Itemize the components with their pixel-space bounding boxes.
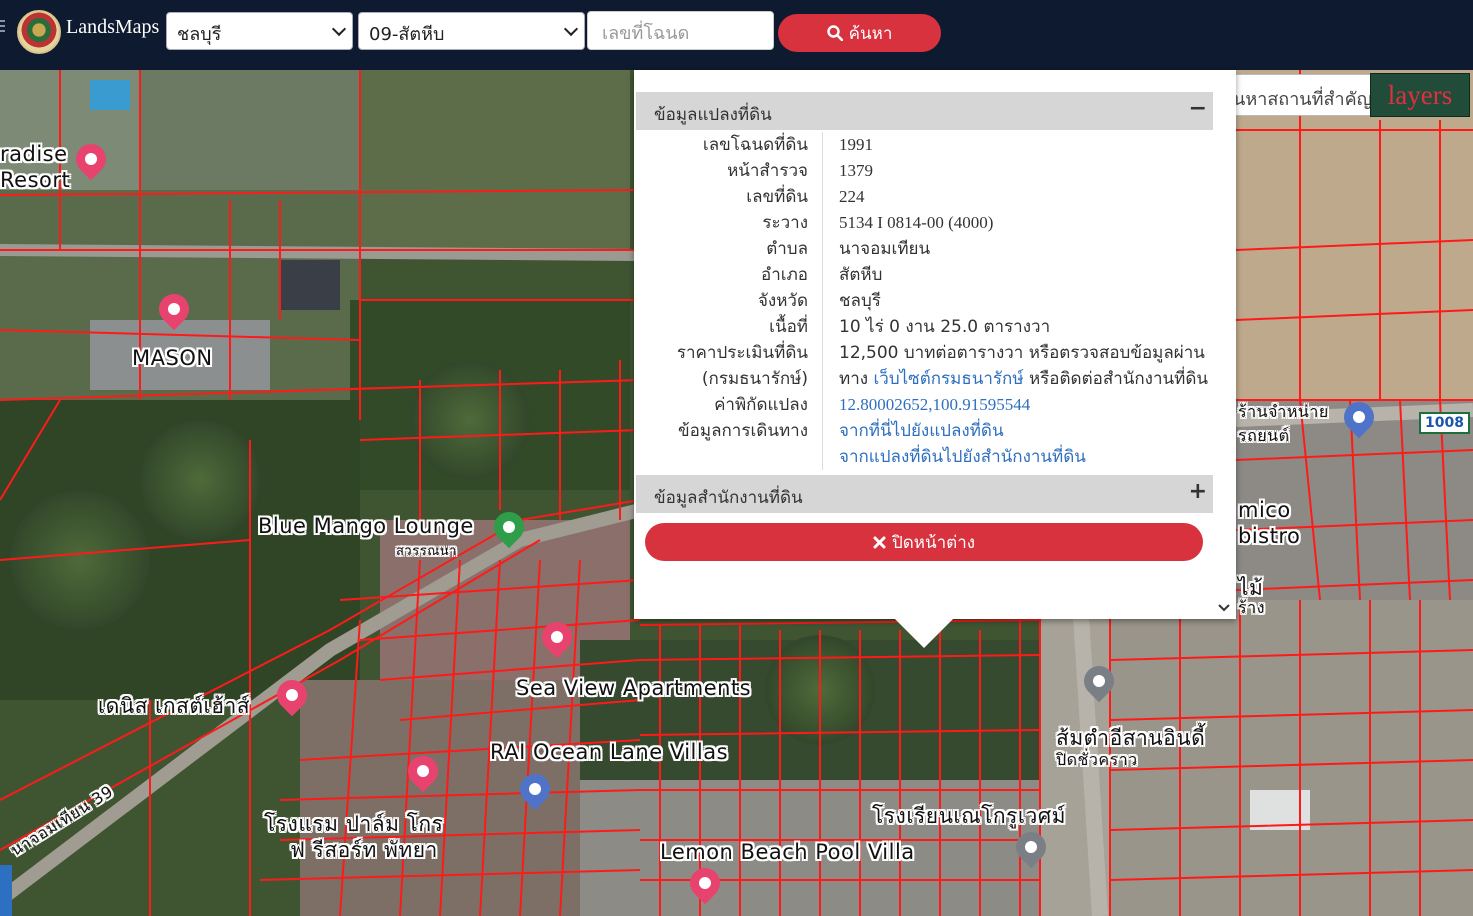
office-section-header[interactable]: ข้อมูลสำนักงานที่ดิน +	[636, 475, 1213, 513]
coords-label: ค่าพิกัดแปลง	[636, 392, 823, 418]
brand-name: LandsMaps	[66, 16, 160, 38]
empty-cell	[636, 444, 823, 470]
office-section-title: ข้อมูลสำนักงานที่ดิน	[654, 488, 803, 508]
parcel-section-title: ข้อมูลแปลงที่ดิน	[654, 105, 772, 125]
table-row: จังหวัด ชลบุรี	[636, 288, 1213, 314]
row-label: หน้าสำรวจ	[636, 158, 823, 184]
route-to-office-link[interactable]: จากแปลงที่ดินไปยังสำนักงานที่ดิน	[839, 447, 1086, 467]
table-row: ราคาประเมินที่ดิน 12,500 บาทต่อตารางวา ห…	[636, 340, 1213, 366]
close-window-label: ปิดหน้าต่าง	[891, 532, 976, 553]
search-button-label: ค้นหา	[848, 23, 893, 44]
map-label-blue-mango: Blue Mango Lounge	[258, 514, 474, 538]
map-label-som-tam-2: ปิดชั่วคราว	[1056, 750, 1138, 769]
parcel-details-table: เลขโฉนดที่ดิน 1991 หน้าสำรวจ 1379 เลขที่…	[636, 132, 1213, 470]
map-label-bistro: bistro	[1238, 524, 1301, 548]
table-row: จากแปลงที่ดินไปยังสำนักงานที่ดิน	[636, 444, 1213, 470]
district-select[interactable]: 09-สัตหีบ	[358, 12, 585, 50]
popup-pointer	[894, 618, 954, 648]
table-row: ระวาง 5134 I 0814-00 (4000)	[636, 210, 1213, 236]
search-icon	[826, 25, 843, 41]
place-search-placeholder: ค้นหาสถานที่สำคัญ	[1221, 89, 1372, 110]
travel-value-2: จากแปลงที่ดินไปยังสำนักงานที่ดิน	[823, 444, 1086, 470]
coords-link[interactable]: 12.80002652,100.91595544	[839, 395, 1030, 414]
map-label-rai-ocean: RAI Ocean Lane Villas	[490, 740, 729, 764]
price-text-post: หรือติดต่อสำนักงานที่ดิน	[1023, 369, 1208, 389]
table-row: ข้อมูลการเดินทาง จากที่นี่ไปยังแปลงที่ดิ…	[636, 418, 1213, 444]
table-row: หน้าสำรวจ 1379	[636, 158, 1213, 184]
map-label-paradise: radise	[0, 142, 68, 166]
top-bar: LandsMaps ชลบุรี 09-สัตหีบ เลขที่โฉนด ค้…	[0, 0, 1473, 70]
map-label-mason: MASON	[132, 346, 213, 370]
map-label-mico: mico	[1238, 498, 1291, 522]
row-value: 10 ไร่ 0 งาน 25.0 ตารางวา	[839, 317, 1051, 337]
map-label-car-shop-2: รถยนต์	[1238, 426, 1290, 445]
table-row: เลขโฉนดที่ดิน 1991	[636, 132, 1213, 158]
price-value-cont: ทาง เว็บไซต์กรมธนารักษ์ หรือติดต่อสำนักง…	[823, 366, 1208, 392]
road-shield-1008: 1008	[1419, 412, 1470, 434]
table-row: อำเภอ สัตหีบ	[636, 262, 1213, 288]
chevron-down-icon	[563, 21, 579, 37]
parcel-info-popup: ข้อมูลแปลงที่ดิน − เลขโฉนดที่ดิน 1991 หน…	[634, 70, 1236, 619]
row-label: ตำบล	[636, 236, 823, 262]
price-label: ราคาประเมินที่ดิน	[636, 340, 823, 366]
row-label: เนื้อที่	[636, 314, 823, 340]
row-label: ระวาง	[636, 210, 823, 236]
price-label-source: (กรมธนารักษ์)	[636, 366, 823, 392]
menu-icon[interactable]	[0, 20, 5, 34]
map-label-resort: Resort	[0, 168, 71, 192]
table-row: เลขที่ดิน 224	[636, 184, 1213, 210]
collapse-icon[interactable]: −	[1189, 96, 1207, 121]
row-label: เลขที่ดิน	[636, 184, 823, 210]
province-select[interactable]: ชลบุรี	[166, 12, 353, 50]
table-row: เนื้อที่ 10 ไร่ 0 งาน 25.0 ตารางวา	[636, 314, 1213, 340]
search-button[interactable]: ค้นหา	[778, 14, 941, 52]
row-label: จังหวัด	[636, 288, 823, 314]
map-label-sea-view: Sea View Apartments	[516, 676, 752, 700]
close-icon	[873, 536, 886, 548]
province-select-value: ชลบุรี	[177, 24, 222, 45]
layers-button[interactable]: layers	[1370, 73, 1470, 117]
popup-scrollbar[interactable]	[1214, 70, 1236, 619]
row-value: 1991	[839, 135, 873, 154]
map-label-denis: เดนิส เกสต์เฮ้าส์	[98, 694, 251, 718]
treasury-website-link[interactable]: เว็บไซต์กรมธนารักษ์	[873, 369, 1023, 389]
row-value: ชลบุรี	[839, 291, 881, 311]
parcel-section-header[interactable]: ข้อมูลแปลงที่ดิน −	[636, 92, 1213, 130]
map-label-car-shop: ร้านจำหน่าย	[1238, 402, 1329, 421]
chevron-down-icon[interactable]	[1218, 603, 1230, 613]
row-value: 5134 I 0814-00 (4000)	[839, 213, 994, 232]
coords-value: 12.80002652,100.91595544	[823, 392, 1030, 418]
row-label: เลขโฉนดที่ดิน	[636, 132, 823, 158]
district-select-value: 09-สัตหีบ	[369, 24, 445, 45]
deed-number-input[interactable]: เลขที่โฉนด	[587, 11, 774, 50]
map-label-tree-2: ร้าง	[1238, 598, 1265, 617]
close-window-button[interactable]: ปิดหน้าต่าง	[645, 523, 1203, 561]
table-row: ตำบล นาจอมเทียน	[636, 236, 1213, 262]
map-label-blue-mango-sub: สวรรณนา	[396, 544, 457, 559]
row-value: 1379	[839, 161, 873, 180]
department-seal-logo	[17, 10, 61, 54]
travel-label: ข้อมูลการเดินทาง	[636, 418, 823, 444]
price-value: 12,500 บาทต่อตารางวา หรือตรวจสอบข้อมูลผ่…	[839, 343, 1205, 363]
row-value: นาจอมเทียน	[839, 239, 931, 259]
map-label-school: โรงเรียนเณโกรูเวศม์	[872, 804, 1067, 828]
map-label-hotel-palm-2: ฟ รีสอร์ท พัทยา	[290, 838, 438, 862]
chevron-down-icon	[331, 21, 347, 37]
table-row: ค่าพิกัดแปลง 12.80002652,100.91595544	[636, 392, 1213, 418]
row-value: 224	[839, 187, 865, 206]
row-label: อำเภอ	[636, 262, 823, 288]
travel-value: จากที่นี่ไปยังแปลงที่ดิน	[823, 418, 1004, 444]
price-text-pre: ทาง	[839, 369, 874, 389]
side-tab[interactable]	[0, 865, 12, 916]
table-row: (กรมธนารักษ์) ทาง เว็บไซต์กรมธนารักษ์ หร…	[636, 366, 1213, 392]
row-value: สัตหีบ	[839, 265, 883, 285]
map-label-lemon: Lemon Beach Pool Villa	[660, 840, 915, 864]
deed-number-placeholder: เลขที่โฉนด	[602, 23, 690, 44]
route-to-parcel-link[interactable]: จากที่นี่ไปยังแปลงที่ดิน	[839, 421, 1004, 441]
expand-icon[interactable]: +	[1189, 479, 1207, 504]
